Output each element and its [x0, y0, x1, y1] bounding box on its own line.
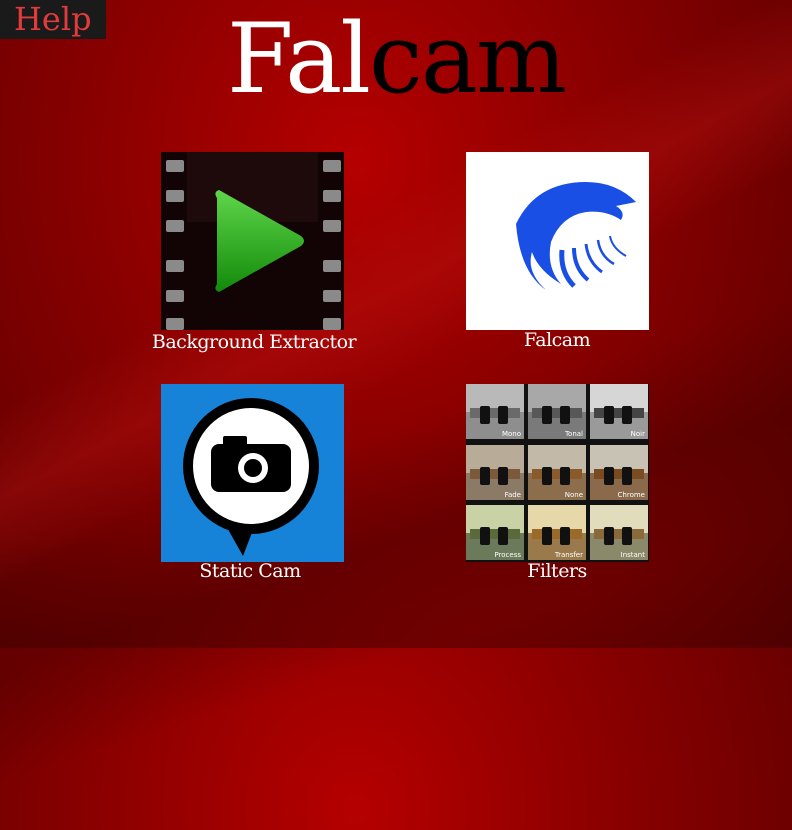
app-title-part1: Fal: [226, 3, 371, 115]
app-title-part2: cam: [369, 3, 567, 115]
filter-thumb: Tonal: [528, 384, 586, 439]
filter-thumb: Noir: [590, 384, 648, 439]
filter-thumb: None: [528, 445, 586, 500]
background-extractor-label: Background Extractor: [151, 331, 357, 353]
background-shadow: [0, 249, 792, 830]
background-extractor-tile[interactable]: [161, 152, 344, 330]
falcon-logo-icon: [516, 182, 636, 290]
filter-label: Instant: [620, 551, 645, 559]
filters-tile[interactable]: Mono Tonal Noir Fade None Chrome Process…: [466, 384, 649, 562]
video-play-icon: [187, 152, 318, 292]
falcam-tile[interactable]: [466, 152, 649, 330]
filter-label: Chrome: [617, 491, 645, 499]
app-title: Falcam: [0, 4, 792, 114]
filter-thumb: Process: [466, 505, 524, 560]
filter-label: None: [564, 491, 583, 499]
filter-label: Process: [494, 551, 521, 559]
filter-label: Noir: [630, 430, 645, 438]
filter-label: Tonal: [564, 430, 583, 438]
camera-chat-icon: [183, 398, 319, 556]
filters-label: Filters: [527, 560, 587, 582]
falcam-label: Falcam: [523, 329, 591, 351]
filter-label: Transfer: [554, 551, 583, 559]
filter-label: Fade: [504, 491, 521, 499]
filter-thumb: Instant: [590, 505, 648, 560]
filter-thumb: Mono: [466, 384, 524, 439]
filter-label: Mono: [501, 430, 521, 438]
static-cam-label: Static Cam: [199, 560, 301, 582]
static-cam-tile[interactable]: [161, 384, 344, 562]
filter-thumb: Chrome: [590, 445, 648, 500]
filter-thumb: Fade: [466, 445, 524, 500]
filter-thumb: Transfer: [528, 505, 586, 560]
